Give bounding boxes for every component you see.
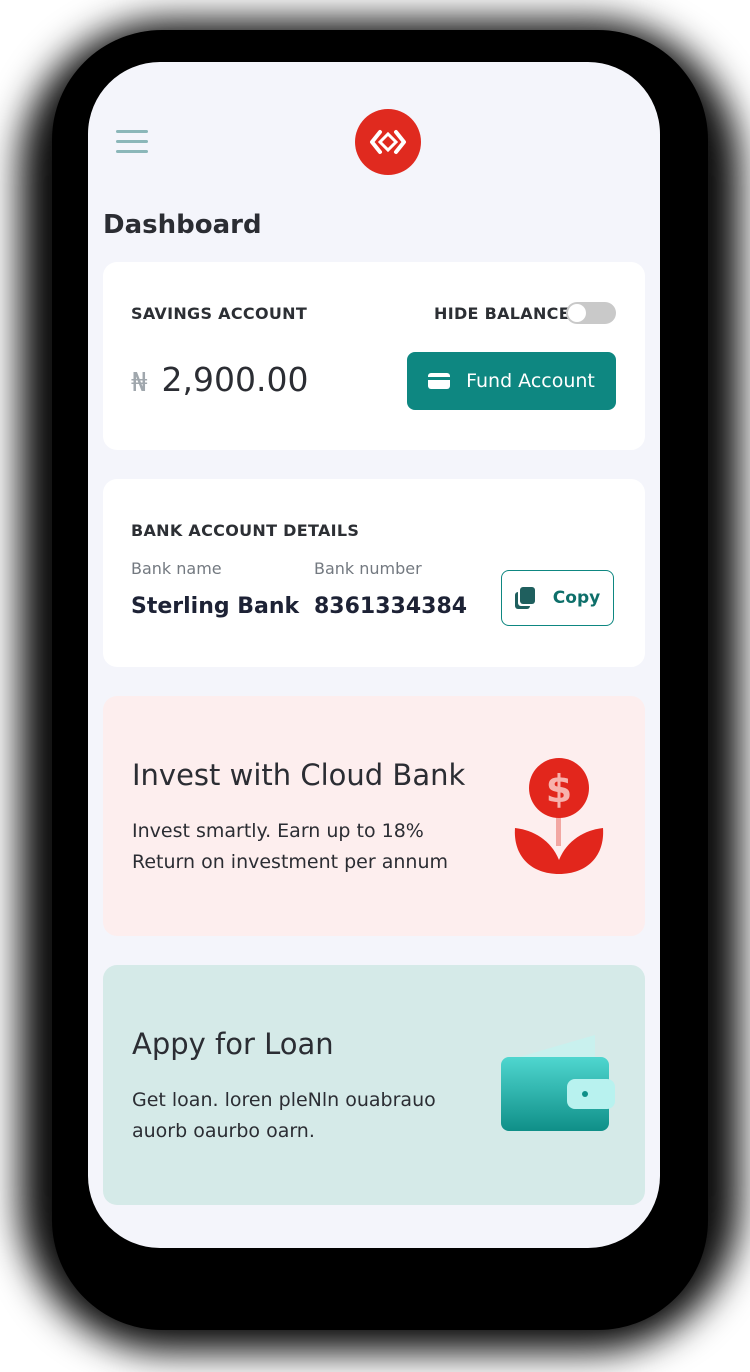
bank-name-label: Bank name	[131, 559, 222, 578]
toggle-knob	[568, 304, 586, 322]
bank-number-label: Bank number	[314, 559, 422, 578]
loan-promo-card[interactable]: Appy for Loan Get loan. loren pleNln oua…	[103, 965, 645, 1205]
invest-text: Invest smartly. Earn up to 18% Return on…	[132, 820, 449, 873]
hamburger-menu-icon[interactable]	[116, 130, 148, 154]
phone-screen: Dashboard SAVINGS ACCOUNT HIDE BALANCE ₦…	[88, 62, 660, 1248]
balance-amount: 2,900.00	[161, 360, 309, 399]
currency-symbol: ₦	[131, 368, 148, 398]
savings-account-label: SAVINGS ACCOUNT	[131, 304, 308, 323]
bank-details-card: BANK ACCOUNT DETAILS Bank name Sterling …	[103, 479, 645, 667]
page-title: Dashboard	[103, 210, 262, 240]
bank-details-title: BANK ACCOUNT DETAILS	[131, 521, 360, 540]
credit-card-icon	[428, 373, 451, 389]
money-plant-icon: $	[514, 758, 604, 874]
loan-title: Appy for Loan	[132, 1027, 334, 1061]
bank-number-value: 8361334384	[314, 594, 468, 619]
hide-balance-toggle[interactable]	[566, 302, 616, 324]
copy-icon	[514, 587, 537, 609]
invest-title: Invest with Cloud Bank	[132, 758, 466, 792]
app-header	[88, 62, 660, 202]
bank-name-value: Sterling Bank	[131, 594, 300, 619]
copy-label: Copy	[552, 588, 601, 608]
copy-button[interactable]: Copy	[501, 570, 614, 626]
fund-account-button[interactable]: Fund Account	[407, 352, 616, 410]
hide-balance-label: HIDE BALANCE	[434, 304, 570, 323]
savings-account-card: SAVINGS ACCOUNT HIDE BALANCE ₦ 2,900.00 …	[103, 262, 645, 450]
balance-display: ₦ 2,900.00	[131, 360, 309, 399]
loan-text: Get loan. loren pleNln ouabrauo auorb oa…	[132, 1089, 436, 1142]
invest-promo-card[interactable]: Invest with Cloud Bank Invest smartly. E…	[103, 696, 645, 936]
fund-account-label: Fund Account	[466, 370, 595, 392]
wallet-icon	[501, 1035, 615, 1131]
cloud-bank-logo-icon[interactable]	[355, 109, 421, 175]
svg-text:$: $	[546, 767, 572, 811]
